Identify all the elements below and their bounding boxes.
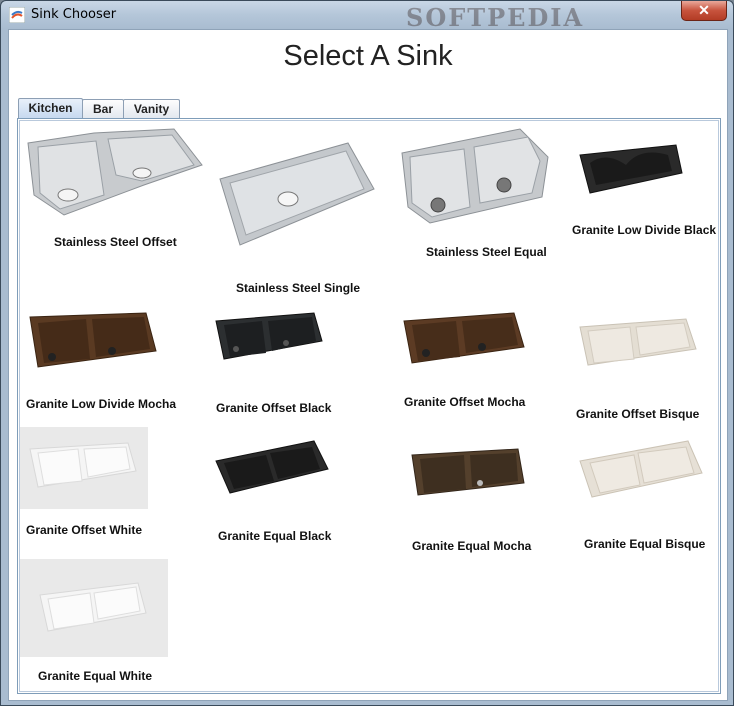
sink-image: [401, 128, 549, 224]
sink-stainless-steel-single[interactable]: Stainless Steel Single: [216, 141, 386, 301]
sink-image: [579, 144, 683, 194]
sink-granite-low-divide-mocha[interactable]: Granite Low Divide Mocha: [22, 311, 202, 423]
sink-image: [579, 318, 697, 366]
sink-granite-equal-black[interactable]: Granite Equal Black: [214, 439, 384, 551]
sink-panel: Stainless Steel Offset Stainless Steel S…: [17, 118, 721, 694]
sink-granite-offset-black[interactable]: Granite Offset Black: [214, 311, 384, 423]
sink-granite-offset-mocha[interactable]: Granite Offset Mocha: [400, 311, 570, 423]
sink-chooser-window: Sink Chooser SOFTPEDIA ✕ Select A Sink K…: [0, 0, 734, 706]
sink-granite-offset-white[interactable]: Granite Offset White: [20, 427, 200, 545]
sink-image: [411, 448, 525, 496]
tab-kitchen[interactable]: Kitchen: [18, 98, 83, 119]
tab-bar[interactable]: Bar: [82, 99, 124, 118]
sink-label: Granite Offset Black: [216, 401, 332, 415]
sink-label: Granite Equal White: [38, 669, 153, 683]
sink-grid: Stainless Steel Offset Stainless Steel S…: [19, 120, 719, 692]
sink-granite-offset-bisque[interactable]: Granite Offset Bisque: [574, 317, 724, 429]
sink-stainless-steel-equal[interactable]: Stainless Steel Equal: [400, 125, 570, 265]
sink-label: Granite Offset White: [26, 523, 143, 537]
sink-granite-equal-mocha[interactable]: Granite Equal Mocha: [410, 447, 580, 559]
sink-image: [579, 440, 703, 498]
sink-label: Stainless Steel Offset: [54, 235, 177, 249]
java-app-icon: [9, 7, 25, 23]
client-area: Select A Sink Kitchen Bar Vanity Stainle…: [8, 29, 728, 701]
page-title: Select A Sink: [283, 40, 453, 72]
sink-label: Granite Equal Black: [218, 529, 332, 543]
sink-label: Granite Equal Bisque: [584, 537, 706, 551]
window-title: Sink Chooser: [31, 7, 117, 22]
sink-image: [29, 442, 137, 488]
sink-label: Granite Offset Mocha: [404, 395, 526, 409]
sink-image: [215, 312, 323, 360]
sink-label: Stainless Steel Single: [236, 281, 361, 295]
sink-label: Granite Offset Bisque: [576, 407, 700, 421]
watermark-text: SOFTPEDIA: [406, 3, 585, 32]
sink-image: [39, 582, 147, 632]
sink-image: [29, 312, 157, 368]
sink-granite-equal-white[interactable]: Granite Equal White: [20, 559, 200, 689]
sink-label: Granite Equal Mocha: [412, 539, 532, 553]
title-bar[interactable]: Sink Chooser SOFTPEDIA ✕: [1, 1, 733, 32]
sink-label: Granite Low Divide Mocha: [26, 397, 177, 411]
sink-image: [219, 142, 375, 246]
sink-image: [403, 312, 525, 364]
sink-granite-low-divide-black[interactable]: Granite Low Divide Black: [572, 141, 722, 251]
close-button[interactable]: ✕: [681, 1, 727, 21]
sink-label: Stainless Steel Equal: [426, 245, 547, 259]
sink-granite-equal-bisque[interactable]: Granite Equal Bisque: [578, 439, 728, 551]
sink-stainless-steel-offset[interactable]: Stainless Steel Offset: [24, 125, 214, 255]
tab-vanity[interactable]: Vanity: [123, 99, 180, 118]
sink-image: [215, 440, 329, 494]
sink-label: Granite Low Divide Black: [572, 223, 717, 237]
sink-image: [27, 128, 203, 216]
